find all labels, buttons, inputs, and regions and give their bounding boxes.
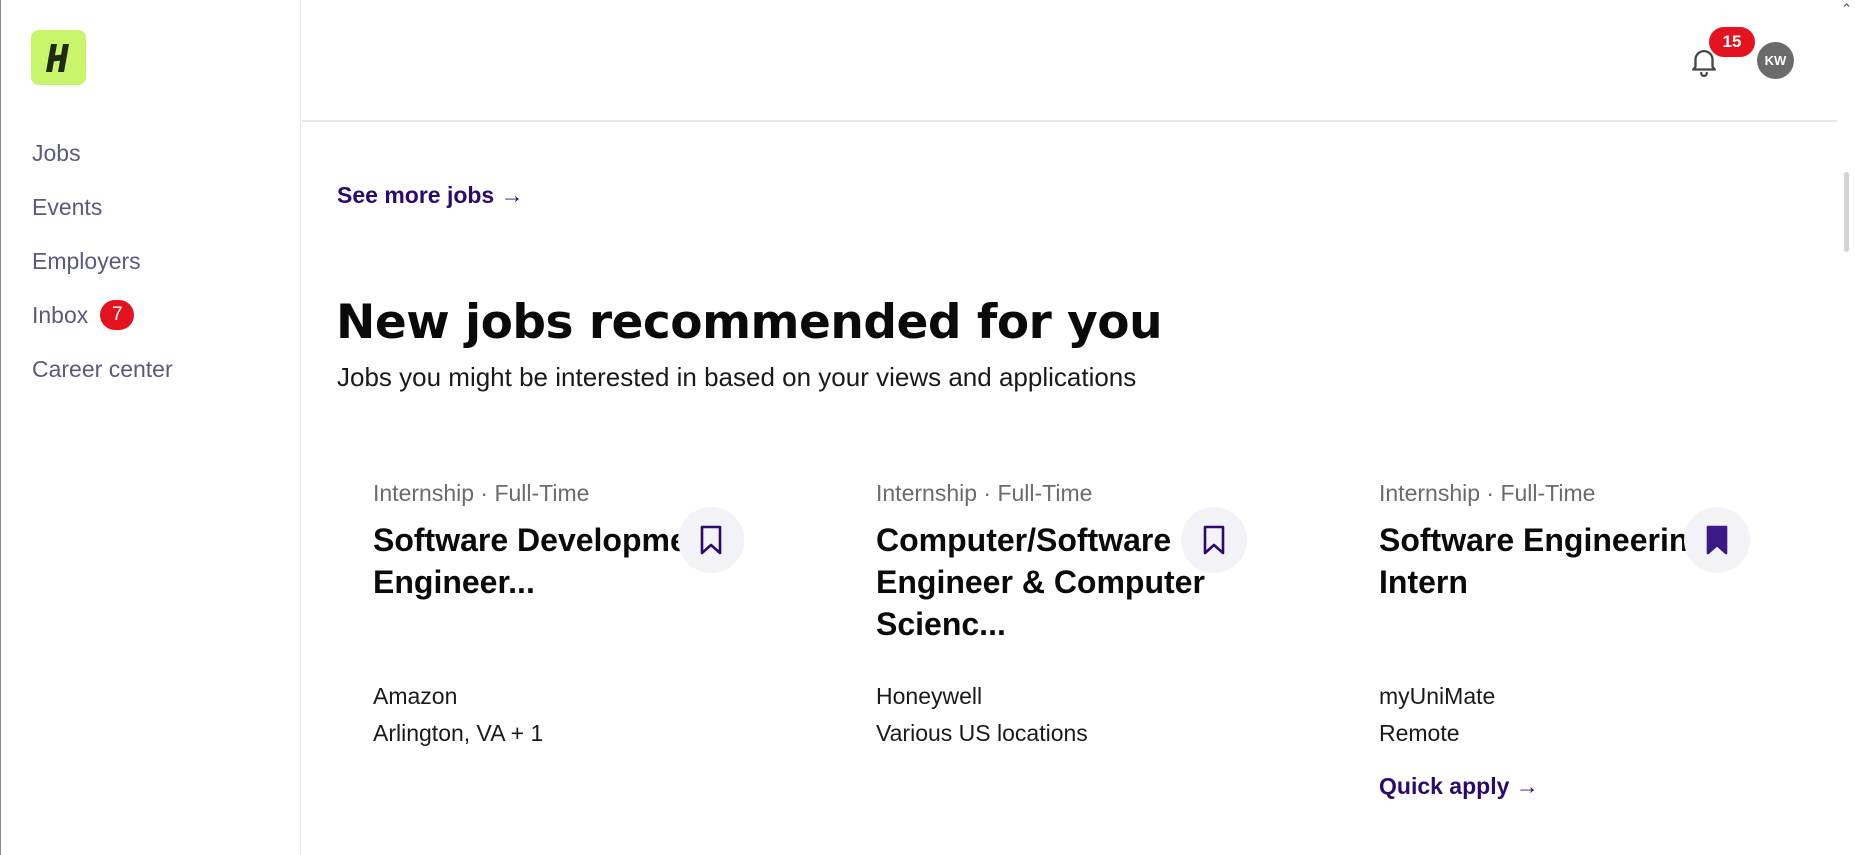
section-title: New jobs recommended for you [336, 295, 1163, 350]
job-card[interactable]: Internship · Full-Time Computer/Software… [876, 480, 1296, 800]
chevron-up-icon[interactable]: ⌃ [1841, 2, 1852, 17]
sidebar-item-career-center[interactable]: Career center [32, 342, 173, 396]
quick-apply-link[interactable]: Quick apply → [1379, 773, 1539, 800]
handshake-logo-icon [45, 43, 69, 72]
job-location: Remote [1379, 720, 1460, 746]
job-title[interactable]: Computer/Software Engineer & Computer Sc… [876, 519, 1231, 651]
job-type: Internship · Full-Time [373, 480, 590, 506]
logo[interactable] [31, 30, 86, 85]
job-title[interactable]: Software Engineering Intern [1379, 519, 1734, 651]
notification-count-badge: 15 [1709, 27, 1755, 57]
top-bar [302, 0, 1837, 122]
company-name: myUniMate [1379, 683, 1496, 709]
sidebar-item-label: Jobs [32, 139, 81, 166]
job-type: Internship · Full-Time [876, 480, 1093, 506]
sidebar-item-employers[interactable]: Employers [32, 234, 173, 288]
job-type: Internship · Full-Time [1379, 480, 1596, 506]
sidebar-item-jobs[interactable]: Jobs [32, 126, 173, 180]
sidebar-item-inbox[interactable]: Inbox 7 [32, 288, 173, 342]
saved-job-button[interactable] [1684, 507, 1750, 573]
see-more-jobs-link[interactable]: See more jobs → [337, 182, 524, 209]
sidebar-item-label: Employers [32, 247, 141, 274]
job-card[interactable]: Internship · Full-Time Software Engineer… [1379, 480, 1799, 800]
bookmark-icon [700, 525, 722, 555]
sidebar-item-events[interactable]: Events [32, 180, 173, 234]
job-location: Arlington, VA + 1 [373, 720, 544, 746]
sidebar-item-label: Events [32, 193, 103, 220]
company-name: Amazon [373, 683, 458, 709]
sidebar-item-label: Inbox [32, 301, 89, 328]
sidebar: Jobs Events Employers Inbox 7 Career cen… [0, 0, 301, 855]
save-job-button[interactable] [678, 507, 744, 573]
bookmark-icon [1203, 525, 1225, 555]
save-job-button[interactable] [1181, 507, 1247, 573]
bookmark-icon [1706, 525, 1728, 555]
section-subtitle: Jobs you might be interested in based on… [337, 362, 1137, 392]
scrollbar[interactable]: ⌃ [1837, 0, 1855, 855]
job-location: Various US locations [876, 720, 1088, 746]
avatar[interactable]: KW [1757, 42, 1794, 79]
job-card[interactable]: Internship · Full-Time Software Developm… [373, 480, 793, 800]
app-window: Jobs Events Employers Inbox 7 Career cen… [0, 0, 1855, 855]
sidebar-nav: Jobs Events Employers Inbox 7 Career cen… [32, 126, 173, 396]
inbox-unread-badge: 7 [100, 300, 135, 330]
sidebar-item-label: Career center [32, 355, 173, 382]
job-title[interactable]: Software Development Engineer... [373, 519, 728, 651]
company-name: Honeywell [876, 683, 983, 709]
scrollbar-thumb[interactable] [1844, 172, 1849, 252]
